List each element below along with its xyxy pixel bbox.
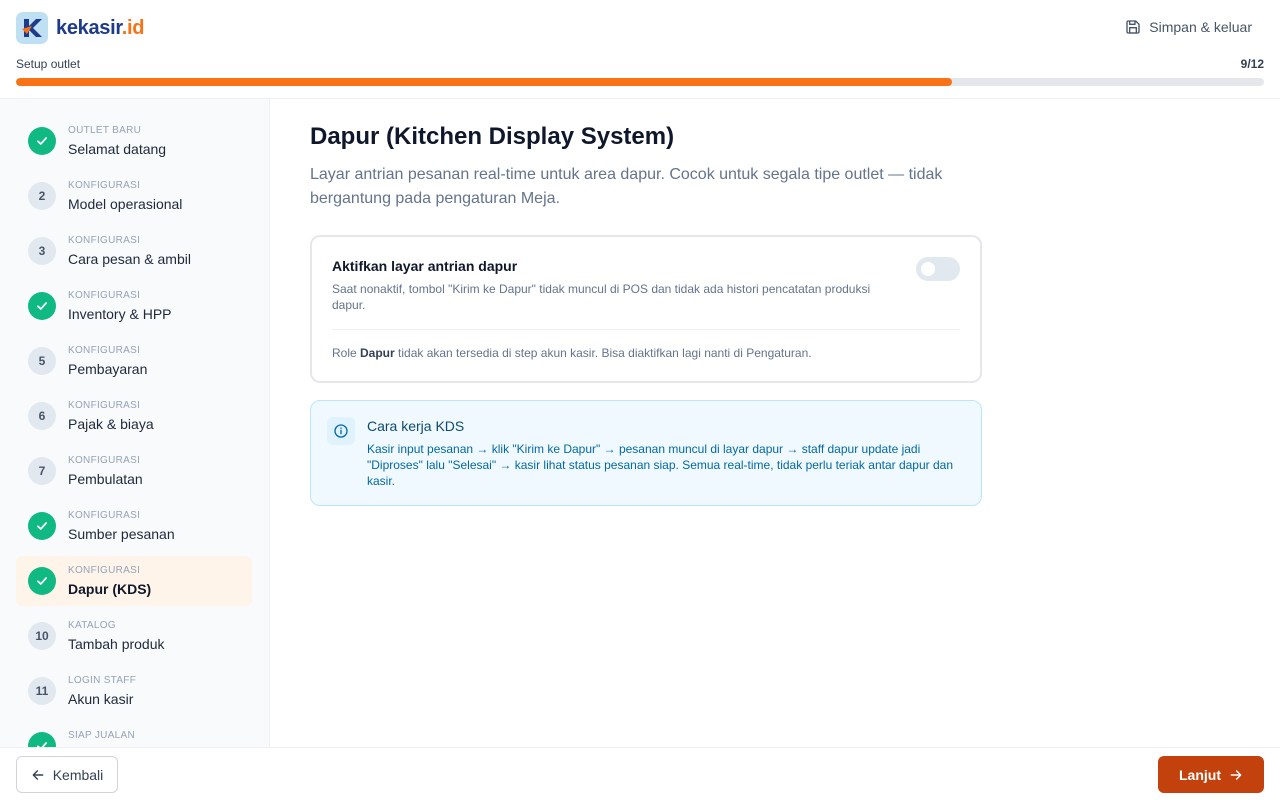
check-icon <box>28 127 56 155</box>
step-item-12[interactable]: SIAP JUALAN <box>16 721 252 747</box>
brand-logo[interactable]: kekasir.id <box>16 12 145 44</box>
step-title: Inventory & HPP <box>68 306 172 322</box>
check-icon <box>28 732 56 747</box>
back-button[interactable]: Kembali <box>16 756 118 793</box>
step-title: Model operasional <box>68 196 183 212</box>
step-category: KONFIGURASI <box>68 565 141 576</box>
progress-label: Setup outlet <box>16 57 81 71</box>
step-category: KATALOG <box>68 620 116 631</box>
logo-mark-icon <box>16 12 48 44</box>
step-item-5[interactable]: 5 KONFIGURASI Pembayaran <box>16 336 252 386</box>
role-name: Dapur <box>360 346 395 360</box>
step-title: Selamat datang <box>68 141 167 157</box>
back-label: Kembali <box>52 766 104 783</box>
step-title: Cara pesan & ambil <box>68 251 191 267</box>
arrow-right-icon <box>1230 769 1242 780</box>
step-category: KONFIGURASI <box>68 235 141 246</box>
next-label: Lanjut <box>1179 766 1221 783</box>
toggle-knob <box>921 262 935 276</box>
step-category: KONFIGURASI <box>68 180 141 191</box>
toggle-card-title: Aktifkan layar antrian dapur <box>332 258 518 274</box>
step-item-3[interactable]: 3 KONFIGURASI Cara pesan & ambil <box>16 226 252 276</box>
step-title: Pembulatan <box>68 471 143 487</box>
step-item-2[interactable]: 2 KONFIGURASI Model operasional <box>16 171 252 221</box>
step-item-7[interactable]: 7 KONFIGURASI Pembulatan <box>16 446 252 496</box>
step-number: 6 <box>28 402 56 430</box>
check-icon <box>28 512 56 540</box>
step-title: Dapur (KDS) <box>68 581 152 597</box>
info-body: Kasir input pesanan → klik "Kirim ke Dap… <box>367 442 953 488</box>
progress-count: 9/12 <box>1240 57 1264 71</box>
info-icon <box>327 417 355 445</box>
step-category: KONFIGURASI <box>68 345 141 356</box>
save-and-exit-button[interactable]: Simpan & keluar <box>1125 19 1252 35</box>
step-title: Pajak & biaya <box>68 416 154 432</box>
step-item-1[interactable]: OUTLET BARU Selamat datang <box>16 116 252 166</box>
check-icon <box>28 292 56 320</box>
step-title: Sumber pesanan <box>68 526 175 542</box>
step-number: 2 <box>28 182 56 210</box>
step-category: KONFIGURASI <box>68 290 141 301</box>
step-item-11[interactable]: 11 LOGIN STAFF Akun kasir <box>16 666 252 716</box>
page-description: Layar antrian pesanan real-time untuk ar… <box>310 166 943 207</box>
step-category: KONFIGURASI <box>68 400 141 411</box>
step-number: 10 <box>28 622 56 650</box>
step-item-8[interactable]: KONFIGURASI Sumber pesanan <box>16 501 252 551</box>
toggle-card-note: Role Dapur tidak akan tersedia di step a… <box>332 346 812 360</box>
step-sidebar: OUTLET BARU Selamat datang 2 KONFIGURASI Mod… <box>0 99 270 747</box>
kds-toggle-switch[interactable] <box>916 257 960 281</box>
kds-info-box: Cara kerja KDS Kasir input pesanan → kli… <box>310 400 982 506</box>
step-number: 3 <box>28 237 56 265</box>
step-title: Tambah produk <box>68 636 165 652</box>
step-category: KONFIGURASI <box>68 455 141 466</box>
step-category: OUTLET BARU <box>68 125 142 136</box>
step-item-10[interactable]: 10 KATALOG Tambah produk <box>16 611 252 661</box>
info-title: Cara kerja KDS <box>367 418 465 434</box>
footer-bar: Kembali Lanjut <box>0 747 1280 800</box>
step-number: 7 <box>28 457 56 485</box>
next-button[interactable]: Lanjut <box>1158 756 1264 793</box>
header: kekasir.id Simpan & keluar Setup outlet … <box>0 0 1280 99</box>
progress-bar <box>16 78 1264 86</box>
card-divider <box>332 329 960 330</box>
step-category: SIAP JUALAN <box>68 730 136 741</box>
page-title: Dapur (Kitchen Display System) <box>310 123 675 150</box>
check-icon <box>28 567 56 595</box>
step-title: Akun kasir <box>68 691 134 707</box>
step-item-6[interactable]: 6 KONFIGURASI Pajak & biaya <box>16 391 252 441</box>
step-category: LOGIN STAFF <box>68 675 137 686</box>
kds-toggle-card: Aktifkan layar antrian dapur Saat nonakt… <box>310 235 982 383</box>
step-number: 11 <box>28 677 56 705</box>
step-title: Pembayaran <box>68 361 148 377</box>
arrow-left-icon <box>32 769 44 780</box>
step-item-4[interactable]: KONFIGURASI Inventory & HPP <box>16 281 252 331</box>
step-number: 5 <box>28 347 56 375</box>
brand-name: kekasir.id <box>56 16 145 39</box>
toggle-card-description: Saat nonaktif, tombol "Kirim ke Dapur" t… <box>332 282 871 312</box>
step-category: KONFIGURASI <box>68 510 141 521</box>
save-and-exit-label: Simpan & keluar <box>1149 19 1252 35</box>
progress-fill <box>16 78 952 86</box>
floppy-disk-icon <box>1126 20 1140 34</box>
step-item-9[interactable]: KONFIGURASI Dapur (KDS) <box>16 556 252 606</box>
